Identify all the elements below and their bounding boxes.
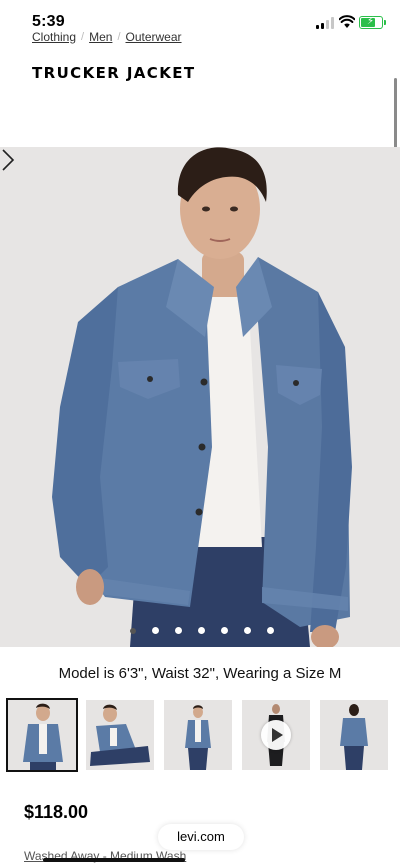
chevron-right-icon[interactable] (0, 147, 16, 173)
breadcrumb-separator: / (81, 31, 85, 43)
url-domain[interactable]: levi.com (158, 824, 244, 850)
battery-icon: ⚡ (359, 16, 386, 29)
carousel-dot[interactable] (244, 627, 251, 634)
breadcrumb-separator: / (117, 31, 121, 43)
breadcrumb: Clothing / Men / Outerwear (32, 30, 182, 44)
status-bar: 5:39 ⚡ (0, 0, 400, 30)
thumbnail-strip (6, 698, 388, 772)
thumbnail-2[interactable] (86, 700, 154, 770)
thumbnail-image (23, 703, 63, 770)
status-time: 5:39 (32, 13, 65, 30)
carousel-dot[interactable] (221, 627, 228, 634)
play-icon[interactable] (261, 720, 291, 750)
thumbnail-1[interactable] (6, 698, 78, 772)
thumbnail-image (90, 704, 150, 766)
breadcrumb-men[interactable]: Men (89, 30, 112, 44)
thumbnail-image (340, 704, 368, 770)
product-price: $118.00 (24, 802, 89, 822)
thumbnail-image (185, 705, 211, 770)
product-image[interactable] (0, 147, 400, 647)
carousel-dot[interactable] (130, 628, 136, 634)
breadcrumb-outerwear[interactable]: Outerwear (126, 30, 182, 44)
carousel-dot[interactable] (175, 627, 182, 634)
carousel-dot[interactable] (198, 627, 205, 634)
model-info: Model is 6'3", Waist 32", Wearing a Size… (58, 665, 342, 682)
model-photo (52, 147, 352, 647)
carousel-dots (0, 627, 400, 634)
thumbnail-5[interactable] (320, 700, 388, 770)
thumbnail-3[interactable] (164, 700, 232, 770)
signal-icon (316, 17, 334, 29)
breadcrumb-clothing[interactable]: Clothing (32, 30, 76, 44)
home-indicator (43, 858, 185, 862)
wifi-icon (339, 15, 355, 28)
page-title: TRUCKER JACKET (32, 64, 196, 82)
carousel-dot[interactable] (267, 627, 274, 634)
thumbnail-video[interactable] (242, 700, 310, 770)
carousel-dot[interactable] (152, 627, 159, 634)
